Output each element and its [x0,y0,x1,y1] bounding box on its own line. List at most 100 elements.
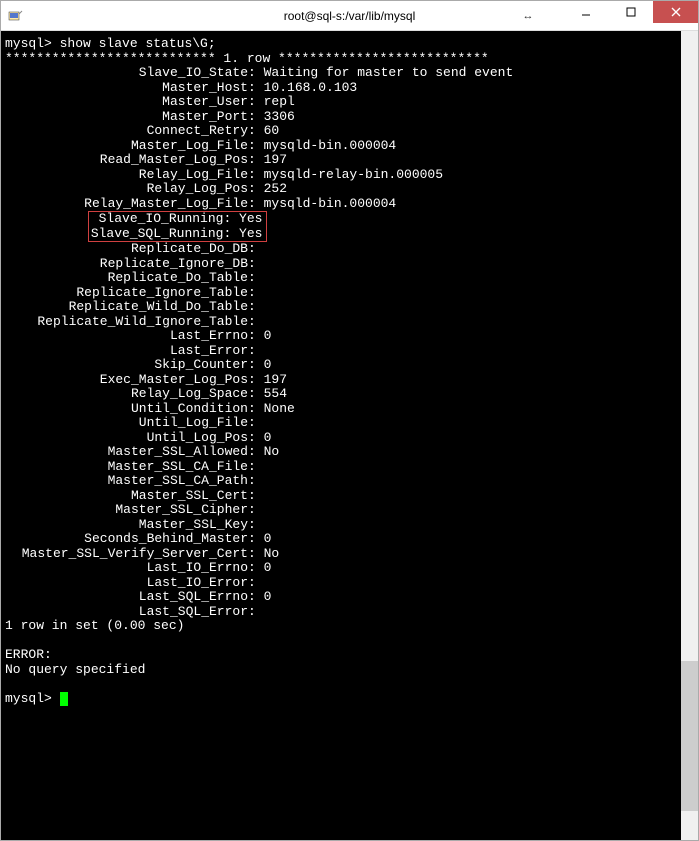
status-field: Slave_IO_Running: Yes [91,211,263,226]
field-key: Until_Log_File [5,416,248,431]
field-key: Master_SSL_Verify_Server_Cert [5,547,248,562]
status-field: Relay_Log_File: mysqld-relay-bin.000005 [5,168,681,183]
field-key: Read_Master_Log_Pos [5,153,248,168]
field-key: Relay_Master_Log_File [5,197,248,212]
field-value: 0 [264,430,272,445]
field-value: 0 [264,560,272,575]
terminal[interactable]: mysql> show slave status\G;*************… [1,31,681,840]
error-label: ERROR: [5,648,681,663]
field-value: mysqld-bin.000004 [264,138,397,153]
scrollbar[interactable] [681,31,698,840]
resize-icon[interactable]: ↔ [513,6,543,26]
error-message: No query specified [5,663,681,678]
field-value: 0 [264,328,272,343]
status-field: Last_SQL_Errno: 0 [5,590,681,605]
status-field: Master_SSL_CA_Path: [5,474,681,489]
scrollbar-thumb[interactable] [681,661,698,811]
field-key: Replicate_Ignore_Table [5,286,248,301]
field-value: 197 [264,372,287,387]
field-key: Master_Log_File [5,139,248,154]
field-key: Last_IO_Error [5,576,248,591]
status-field: Master_SSL_Cert: [5,489,681,504]
field-key: Connect_Retry [5,124,248,139]
status-field: Master_SSL_Cipher: [5,503,681,518]
field-key: Master_SSL_Cert [5,489,248,504]
prompt-line: mysql> show slave status\G; [5,37,681,52]
field-key: Seconds_Behind_Master [5,532,248,547]
status-fields-2: Replicate_Do_DB: Replicate_Ignore_DB: Re… [5,242,681,619]
field-value: mysqld-bin.000004 [264,196,397,211]
status-field: Until_Condition: None [5,402,681,417]
status-field: Replicate_Ignore_Table: [5,286,681,301]
field-value: No [264,444,280,459]
field-value: 554 [264,386,287,401]
status-field: Last_IO_Errno: 0 [5,561,681,576]
status-field: Seconds_Behind_Master: 0 [5,532,681,547]
status-field: Last_Error: [5,344,681,359]
prompt: mysql> [5,36,52,51]
status-field: Master_User: repl [5,95,681,110]
status-field: Skip_Counter: 0 [5,358,681,373]
field-key: Last_Errno [5,329,248,344]
field-value: repl [264,94,295,109]
status-field: Read_Master_Log_Pos: 197 [5,153,681,168]
field-value: mysqld-relay-bin.000005 [264,167,443,182]
field-key: Last_SQL_Errno [5,590,248,605]
field-key: Relay_Log_Space [5,387,248,402]
field-value: 60 [264,123,280,138]
command: show slave status\G; [60,36,216,51]
highlighted-box: Slave_IO_Running: Yes Slave_SQL_Running:… [88,211,268,242]
field-value: 197 [264,152,287,167]
status-field: Relay_Log_Pos: 252 [5,182,681,197]
status-field: Replicate_Wild_Do_Table: [5,300,681,315]
putty-icon [7,8,23,24]
field-key: Until_Condition [5,402,248,417]
field-key: Replicate_Do_DB [5,242,248,257]
status-field: Master_Port: 3306 [5,110,681,125]
status-field: Slave_IO_State: Waiting for master to se… [5,66,681,81]
final-prompt: mysql> [5,692,681,707]
field-key: Master_User [5,95,248,110]
field-value: 0 [264,589,272,604]
field-key: Master_SSL_Key [5,518,248,533]
status-field: Last_SQL_Error: [5,605,681,620]
field-value: None [264,401,295,416]
field-value: Waiting for master to send event [264,65,514,80]
status-field: Master_Host: 10.168.0.103 [5,81,681,96]
status-field: Master_SSL_Verify_Server_Cert: No [5,547,681,562]
field-value: No [264,546,280,561]
cursor [60,692,68,706]
status-field: Master_SSL_Key: [5,518,681,533]
titlebar[interactable]: root@sql-s:/var/lib/mysql ↔ [1,1,698,31]
field-value: 252 [264,181,287,196]
titlebar-controls: ↔ [513,1,698,30]
status-field: Master_Log_File: mysqld-bin.000004 [5,139,681,154]
minimize-button[interactable] [563,1,608,23]
field-key: Until_Log_Pos [5,431,248,446]
status-field: Relay_Master_Log_File: mysqld-bin.000004 [5,197,681,212]
close-button[interactable] [653,1,698,23]
status-field: Replicate_Do_DB: [5,242,681,257]
row-footer: 1 row in set (0.00 sec) [5,619,681,634]
row-header: *************************** 1. row *****… [5,52,681,67]
field-key: Exec_Master_Log_Pos [5,373,248,388]
maximize-button[interactable] [608,1,653,23]
field-key: Replicate_Ignore_DB [5,257,248,272]
status-field: Until_Log_Pos: 0 [5,431,681,446]
status-field: Slave_SQL_Running: Yes [91,226,263,241]
field-key: Master_SSL_Allowed [5,445,248,460]
field-key: Last_IO_Errno [5,561,248,576]
status-field: Replicate_Ignore_DB: [5,257,681,272]
status-field: Master_SSL_Allowed: No [5,445,681,460]
field-key: Last_SQL_Error [5,605,248,620]
field-key: Skip_Counter [5,358,248,373]
status-fields: Slave_IO_State: Waiting for master to se… [5,66,681,211]
field-value: 0 [264,531,272,546]
field-value: 3306 [264,109,295,124]
field-key: Relay_Log_Pos [5,182,248,197]
status-field: Master_SSL_CA_File: [5,460,681,475]
field-key: Slave_IO_State [5,66,248,81]
status-field: Replicate_Do_Table: [5,271,681,286]
field-key: Replicate_Wild_Do_Table [5,300,248,315]
status-field: Relay_Log_Space: 554 [5,387,681,402]
